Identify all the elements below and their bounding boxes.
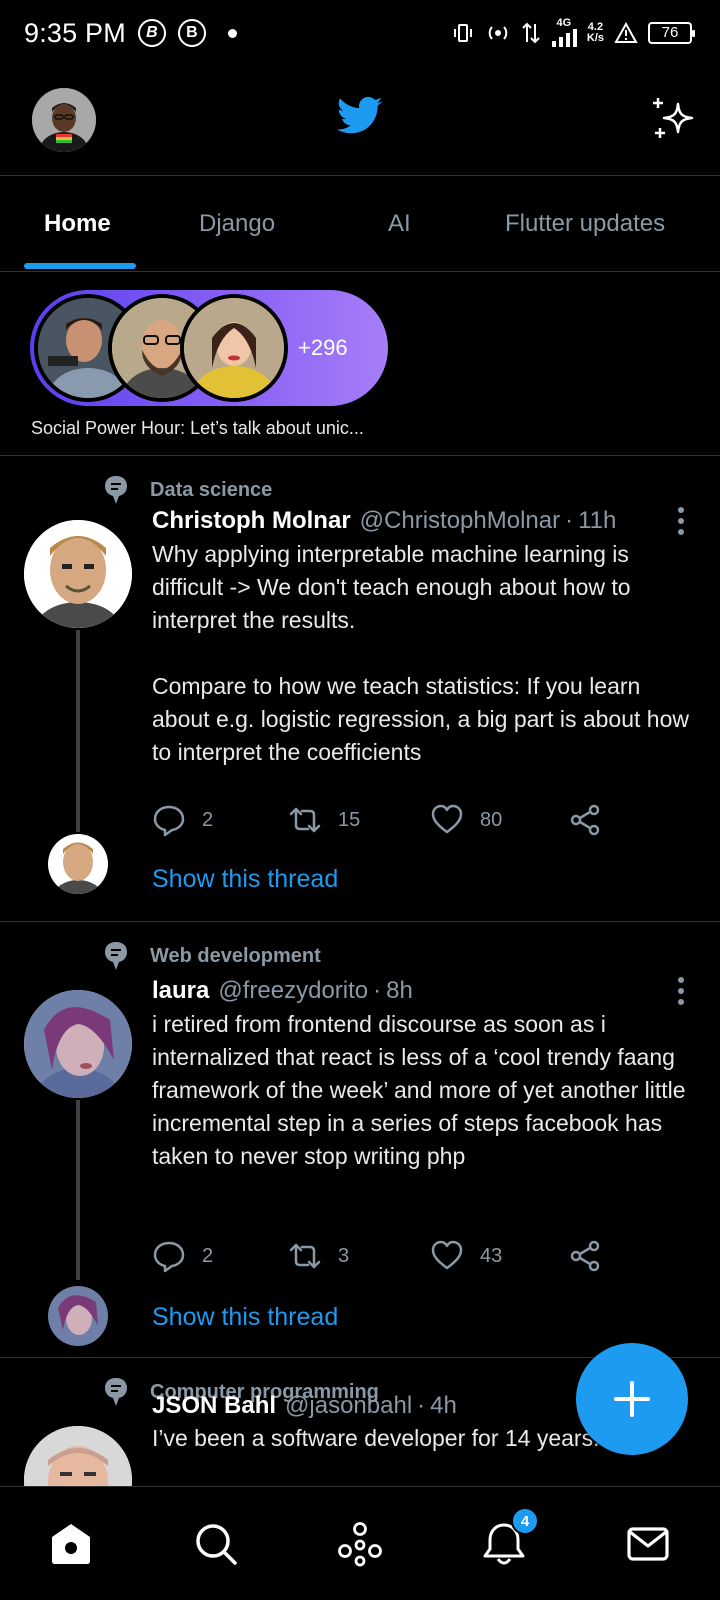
tweet-card[interactable]: Data science Christoph Molnar @Christoph… — [0, 456, 720, 922]
topic-icon — [105, 476, 127, 504]
retweet-count: 15 — [338, 808, 361, 831]
author-handle[interactable]: @jasonbahl — [285, 1392, 412, 1420]
topic-icon — [105, 1378, 127, 1406]
like-count: 43 — [480, 1244, 503, 1267]
notification-dot — [227, 28, 237, 38]
space-pill[interactable]: +296 — [30, 290, 388, 406]
net-speed-unit: K/s — [586, 31, 604, 44]
retweet-button[interactable]: 3 — [288, 1236, 349, 1276]
sparkle-icon[interactable] — [650, 96, 696, 142]
space-card[interactable]: +296 Social Power Hour: Let’s talk about… — [0, 272, 720, 456]
tweet-text: i retired from frontend discourse as soo… — [152, 1011, 692, 1169]
tweet-text: Why applying interpretable machine learn… — [152, 541, 689, 765]
like-count: 80 — [480, 808, 503, 831]
topic-row: Web development — [104, 940, 321, 972]
vibrate-icon — [453, 23, 472, 42]
reply-count: 2 — [202, 808, 214, 831]
share-icon — [570, 804, 600, 836]
messages-icon[interactable] — [625, 1521, 671, 1567]
more-options-icon[interactable] — [676, 976, 686, 1006]
net-speed-value: 4.2 — [587, 20, 604, 33]
space-speaker-avatar — [180, 294, 288, 402]
search-icon[interactable] — [193, 1521, 239, 1567]
author-name[interactable]: JSON Bahl — [152, 1392, 276, 1420]
more-options-icon[interactable] — [676, 506, 686, 536]
tab-django[interactable]: Django — [199, 176, 275, 272]
tweet-timestamp[interactable]: 8h — [386, 977, 413, 1005]
status-icons: 4G 4.2 K/s 76 — [451, 17, 695, 47]
tweet-header: Christoph Molnar @ChristophMolnar · 11h — [152, 504, 690, 538]
tweet-timestamp[interactable]: 11h — [578, 507, 616, 535]
reply-icon — [153, 805, 185, 837]
show-thread-link[interactable]: Show this thread — [152, 865, 338, 894]
timeline-tabs: Home Django AI Flutter updates — [0, 176, 720, 272]
author-avatar[interactable] — [24, 520, 132, 628]
space-listener-count: +296 — [298, 335, 348, 360]
header-separator: · — [565, 507, 574, 534]
share-button[interactable] — [568, 800, 618, 840]
tweet-actions: 2 15 80 — [152, 800, 632, 840]
retweet-button[interactable]: 15 — [288, 800, 360, 840]
share-button[interactable] — [568, 1236, 618, 1276]
retweet-count: 3 — [338, 1244, 350, 1267]
tab-flutter-updates[interactable]: Flutter updates — [505, 176, 665, 272]
topic-icon — [105, 942, 127, 970]
warning-icon — [614, 21, 638, 43]
topic-label: Data science — [150, 478, 273, 501]
tab-home[interactable]: Home — [44, 176, 111, 272]
communities-icon[interactable] — [337, 1521, 383, 1567]
heart-icon — [431, 1240, 463, 1270]
tweet-actions: 2 3 43 — [152, 1236, 632, 1276]
notification-count-badge: 4 — [511, 1507, 539, 1535]
reply-count: 2 — [202, 1244, 214, 1267]
tweet-header: laura @freezydorito · 8h — [152, 974, 690, 1008]
tweet-timestamp[interactable]: 4h — [430, 1392, 457, 1420]
bird-icon[interactable] — [337, 96, 383, 136]
author-handle[interactable]: @ChristophMolnar — [360, 507, 560, 535]
status-time: 9:35 PM — [24, 17, 126, 48]
tab-ai[interactable]: AI — [388, 176, 411, 272]
show-thread-link[interactable]: Show this thread — [152, 1303, 338, 1332]
space-title: Social Power Hour: Let’s talk about unic… — [31, 418, 364, 438]
profile-avatar-image — [32, 88, 96, 152]
app-notification-badge-b: B — [137, 19, 166, 47]
retweet-icon — [289, 807, 321, 833]
thread-line — [76, 1100, 80, 1280]
share-icon — [570, 1240, 600, 1272]
network-type: 4G — [556, 17, 572, 29]
like-button[interactable]: 80 — [430, 800, 502, 840]
tweet-card[interactable]: Web development laura @freezydorito · 8h… — [0, 922, 720, 1358]
author-name[interactable]: laura — [152, 977, 209, 1005]
author-name[interactable]: Christoph Molnar — [152, 507, 351, 535]
top-app-bar — [0, 66, 720, 176]
hotspot-icon — [488, 25, 508, 40]
bottom-navigation: 4 — [0, 1486, 720, 1600]
author-handle[interactable]: @freezydorito — [218, 977, 368, 1005]
thread-line — [76, 630, 80, 844]
retweet-icon — [289, 1243, 321, 1269]
plus-icon — [614, 1381, 650, 1417]
author-avatar[interactable] — [24, 1426, 132, 1486]
profile-avatar-button[interactable] — [32, 88, 96, 152]
signal-icon — [551, 29, 577, 47]
app-notification-badge-b-alt: B — [177, 19, 206, 47]
author-avatar[interactable] — [24, 990, 132, 1098]
heart-icon — [431, 804, 463, 834]
reply-icon — [153, 1241, 185, 1273]
battery-indicator: 76 — [648, 21, 695, 44]
topic-label: Web development — [150, 944, 321, 967]
header-separator: · — [373, 977, 382, 1004]
topic-row: Data science — [104, 474, 272, 506]
reply-button[interactable]: 2 — [152, 800, 213, 840]
thread-author-avatar[interactable] — [46, 832, 110, 896]
like-button[interactable]: 43 — [430, 1236, 502, 1276]
status-bar: 9:35 PM B B 4G 4.2 K/s 76 — [0, 0, 720, 66]
header-separator: · — [417, 1392, 426, 1419]
active-tab-indicator — [24, 263, 136, 269]
data-arrows-icon — [522, 22, 540, 43]
home-icon[interactable] — [48, 1521, 94, 1567]
thread-author-avatar[interactable] — [46, 1284, 110, 1348]
reply-button[interactable]: 2 — [152, 1236, 213, 1276]
compose-tweet-button[interactable] — [576, 1343, 688, 1455]
